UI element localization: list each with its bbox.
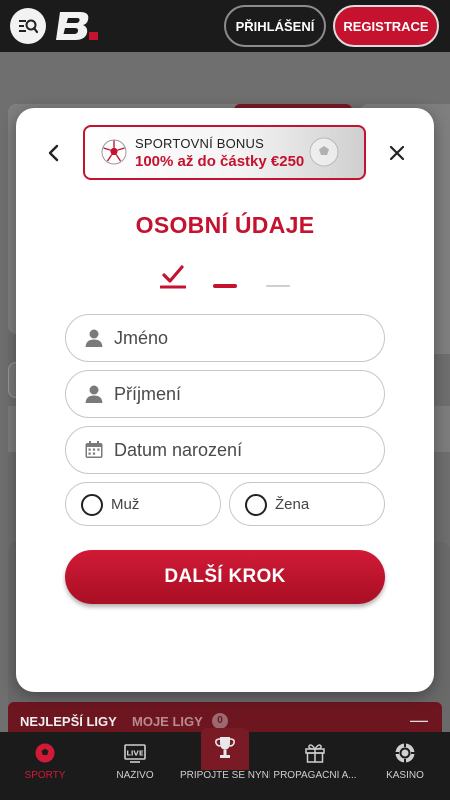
casino-chip-icon xyxy=(395,743,415,763)
collapse-icon[interactable]: — xyxy=(410,710,428,731)
register-button[interactable]: REGISTRACE xyxy=(333,5,439,47)
gender-female-label: Žena xyxy=(275,496,310,513)
bonus-title: SPORTOVNÍ BONUS xyxy=(135,136,264,151)
radio-circle-icon[interactable] xyxy=(81,494,103,516)
my-leagues-count-badge: 0 xyxy=(212,713,228,729)
birthdate-field[interactable] xyxy=(65,426,385,474)
close-icon xyxy=(389,145,405,161)
soccer-ball-icon xyxy=(35,743,55,763)
tab-top-leagues[interactable]: NEJLEPŠÍ LIGY xyxy=(20,714,117,729)
bottom-navigation: SPORTY LIVE NAŽIVO PŘIPOJTE SE NYNÍ PROP… xyxy=(0,728,450,800)
gift-icon xyxy=(305,744,325,763)
trophy-icon xyxy=(215,737,235,758)
person-icon xyxy=(85,385,103,403)
step-indicator-next xyxy=(266,285,290,287)
gender-male-option[interactable]: Muž xyxy=(65,482,221,526)
nav-label: SPORTY xyxy=(24,770,66,781)
registration-modal: SPORTOVNÍ BONUS 100% až do částky €250 O… xyxy=(16,108,434,692)
login-button[interactable]: PŘIHLÁŠENÍ xyxy=(224,5,326,47)
last-name-input[interactable] xyxy=(114,381,374,407)
back-button[interactable] xyxy=(42,142,64,164)
page-title: OSOBNÍ ÚDAJE xyxy=(135,212,315,238)
menu-search-button[interactable] xyxy=(10,8,46,44)
nav-label: PROPAGAČNÍ A... xyxy=(273,770,357,781)
nav-label: KASINO xyxy=(386,770,424,781)
svg-text:LIVE: LIVE xyxy=(126,750,143,758)
live-icon: LIVE xyxy=(124,744,146,763)
menu-search-icon xyxy=(19,19,39,34)
sport-bonus-banner[interactable]: SPORTOVNÍ BONUS 100% až do částky €250 xyxy=(83,125,366,180)
birthdate-input[interactable] xyxy=(114,437,374,463)
top-header: PŘIHLÁŠENÍ REGISTRACE xyxy=(0,0,450,52)
next-step-button[interactable]: DALŠÍ KROK xyxy=(65,550,385,604)
gender-male-label: Muž xyxy=(111,496,140,513)
soccer-ball-decoration xyxy=(309,137,339,167)
nav-item-join[interactable]: PŘIPOJTE SE NYNÍ xyxy=(180,732,270,800)
radio-circle-icon[interactable] xyxy=(245,494,267,516)
tab-my-leagues[interactable]: MOJE LIGY xyxy=(132,714,203,729)
calendar-icon xyxy=(85,441,103,458)
chevron-left-icon xyxy=(48,144,59,162)
nav-label: NAŽIVO xyxy=(116,770,154,781)
close-button[interactable] xyxy=(386,142,408,164)
brand-logo[interactable] xyxy=(56,8,100,44)
nav-item-casino[interactable]: KASINO xyxy=(360,732,450,800)
gender-female-option[interactable]: Žena xyxy=(229,482,385,526)
first-name-input[interactable] xyxy=(114,325,374,351)
first-name-field[interactable] xyxy=(65,314,385,362)
step-indicator-current xyxy=(213,284,237,288)
nav-item-sports[interactable]: SPORTY xyxy=(0,732,90,800)
person-icon xyxy=(85,329,103,347)
last-name-field[interactable] xyxy=(65,370,385,418)
nav-label: PŘIPOJTE SE NYNÍ xyxy=(180,770,270,781)
bonus-amount: 100% až do částky €250 xyxy=(135,153,305,170)
nav-item-promotions[interactable]: PROPAGAČNÍ A... xyxy=(270,732,360,800)
nav-item-live[interactable]: LIVE NAŽIVO xyxy=(90,732,180,800)
step-completed-check-icon xyxy=(160,265,186,289)
soccer-ball-icon xyxy=(101,139,127,165)
